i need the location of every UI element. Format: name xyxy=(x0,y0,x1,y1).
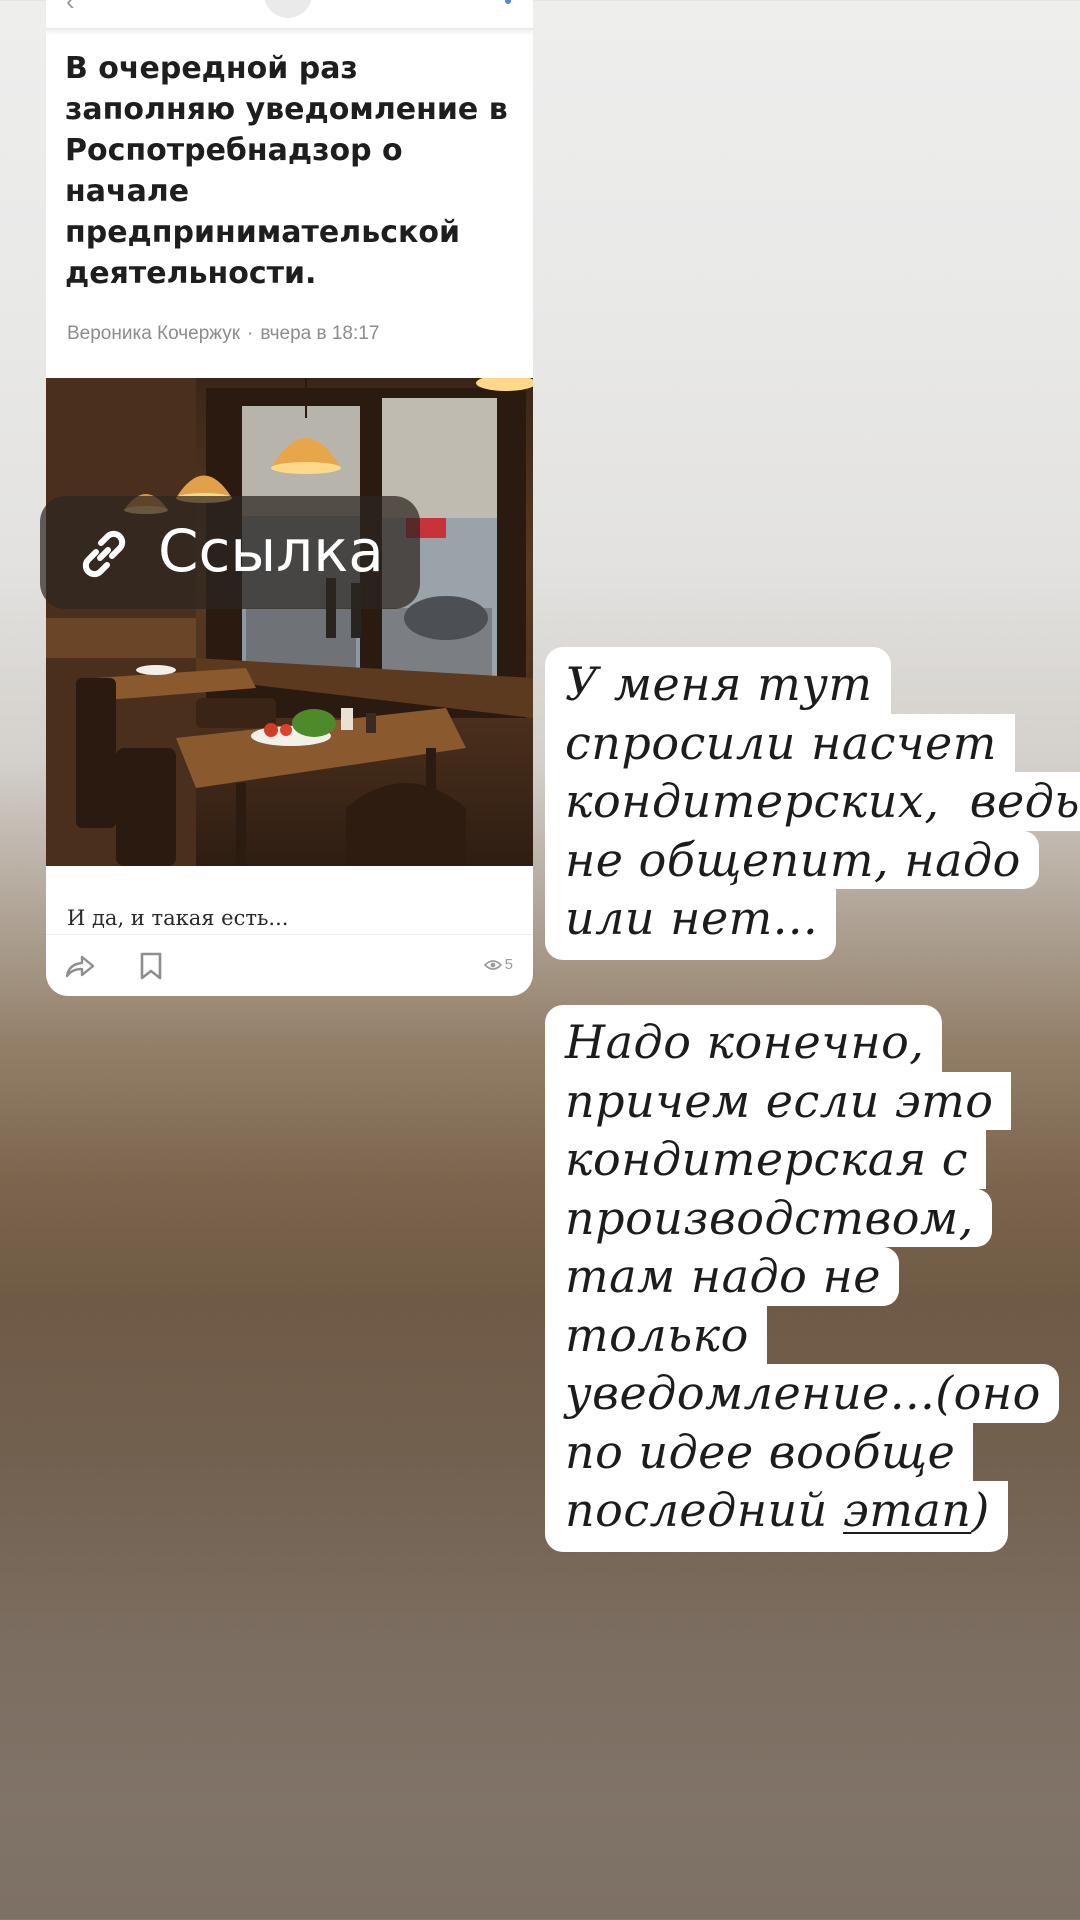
closing-paren: ) xyxy=(971,1483,990,1537)
post-header-bar: ‹ xyxy=(46,0,533,30)
bookmark-icon[interactable] xyxy=(138,951,164,981)
story-text-block-2: Надо конечно, причем если это кондитерск… xyxy=(545,1005,1059,1552)
post-image-cafe[interactable] xyxy=(46,378,533,866)
share-arrow-icon[interactable] xyxy=(64,952,96,980)
divider xyxy=(46,934,533,935)
views-counter: 5 xyxy=(483,956,513,973)
text-line: только xyxy=(545,1305,767,1364)
text-line: по идее вообще xyxy=(545,1422,974,1481)
underlined-word: этап xyxy=(842,1483,972,1537)
post-meta: Вероника Кочержук · вчера в 18:17 xyxy=(67,323,379,345)
text-line: причем если это xyxy=(545,1071,1012,1130)
text-line-start: последний xyxy=(565,1483,843,1537)
post-time: вчера в 18:17 xyxy=(260,323,380,344)
text-line: производством, xyxy=(545,1188,992,1247)
cafe-illustration xyxy=(46,378,533,866)
post-caption: И да, и такая есть... xyxy=(67,906,289,930)
text-line: У меня тут xyxy=(545,647,891,714)
back-chevron-icon[interactable]: ‹ xyxy=(66,0,75,17)
text-line: там надо не xyxy=(545,1247,900,1306)
text-line: не общепит, надо xyxy=(545,830,1039,889)
text-line: уведомление...(оно xyxy=(545,1364,1059,1423)
text-line: кондитерская с xyxy=(545,1130,987,1189)
text-line: или нет... xyxy=(545,889,837,960)
text-line: кондитерских, ведь xyxy=(545,772,1080,831)
text-line-last: последний этап) xyxy=(545,1481,1008,1552)
link-icon xyxy=(82,530,126,578)
avatar[interactable] xyxy=(264,0,312,18)
link-sticker[interactable]: Ссылка xyxy=(40,496,420,609)
text-line: Надо конечно, xyxy=(545,1005,943,1072)
meta-separator: · xyxy=(247,323,254,344)
eye-icon xyxy=(483,959,502,970)
views-count: 5 xyxy=(504,956,513,973)
text-line: спросили насчет xyxy=(545,713,1015,772)
post-author[interactable]: Вероника Кочержук xyxy=(67,323,240,344)
post-title: В очередной раз заполняю уведомление в Р… xyxy=(65,51,508,291)
link-sticker-label: Ссылка xyxy=(158,517,384,585)
story-text-block-1: У меня тут спросили насчет кондитерских,… xyxy=(545,647,1080,960)
more-icon[interactable] xyxy=(505,0,511,4)
